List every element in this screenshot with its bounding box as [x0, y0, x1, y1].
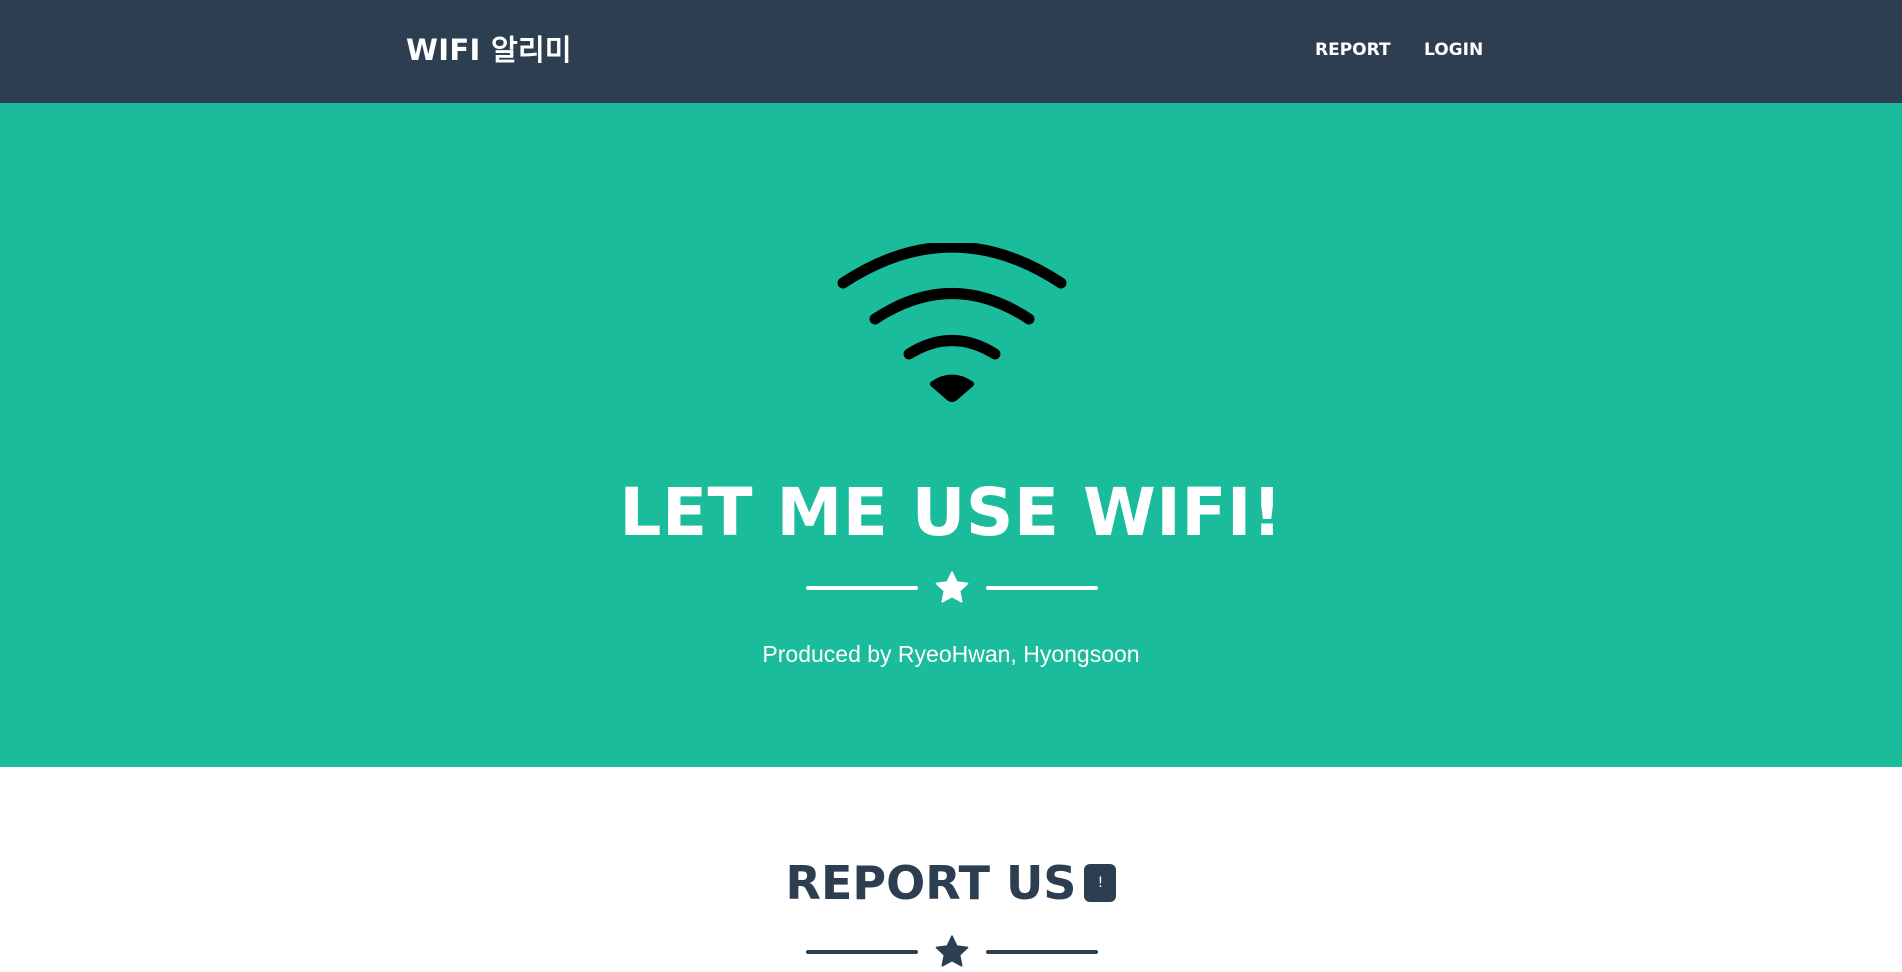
divider-line-left — [806, 586, 918, 590]
section-title-report-us: REPORT US! — [0, 855, 1902, 911]
wifi-icon — [837, 243, 1067, 402]
star-icon — [935, 935, 969, 967]
section-title-text: REPORT US — [785, 856, 1077, 910]
report-divider — [806, 932, 1098, 972]
nav-link-login[interactable]: LOGIN — [1424, 40, 1483, 60]
alert-badge: ! — [1084, 863, 1117, 902]
star-icon — [935, 571, 969, 603]
masthead-subtitle: Produced by RyeoHwan, Hyongsoon — [762, 641, 1140, 667]
nav-link-report[interactable]: REPORT — [1315, 40, 1391, 60]
masthead-divider — [806, 568, 1098, 608]
divider-line-right — [986, 950, 1098, 954]
divider-line-left — [806, 950, 918, 954]
masthead: LET ME USE WIFI! Produced by RyeoHwan, H… — [0, 103, 1902, 767]
brand-link[interactable]: WIFI 알리미 — [406, 32, 572, 68]
masthead-title: LET ME USE WIFI! — [619, 474, 1283, 551]
navbar: WIFI 알리미 REPORT LOGIN — [0, 0, 1902, 103]
divider-line-right — [986, 586, 1098, 590]
